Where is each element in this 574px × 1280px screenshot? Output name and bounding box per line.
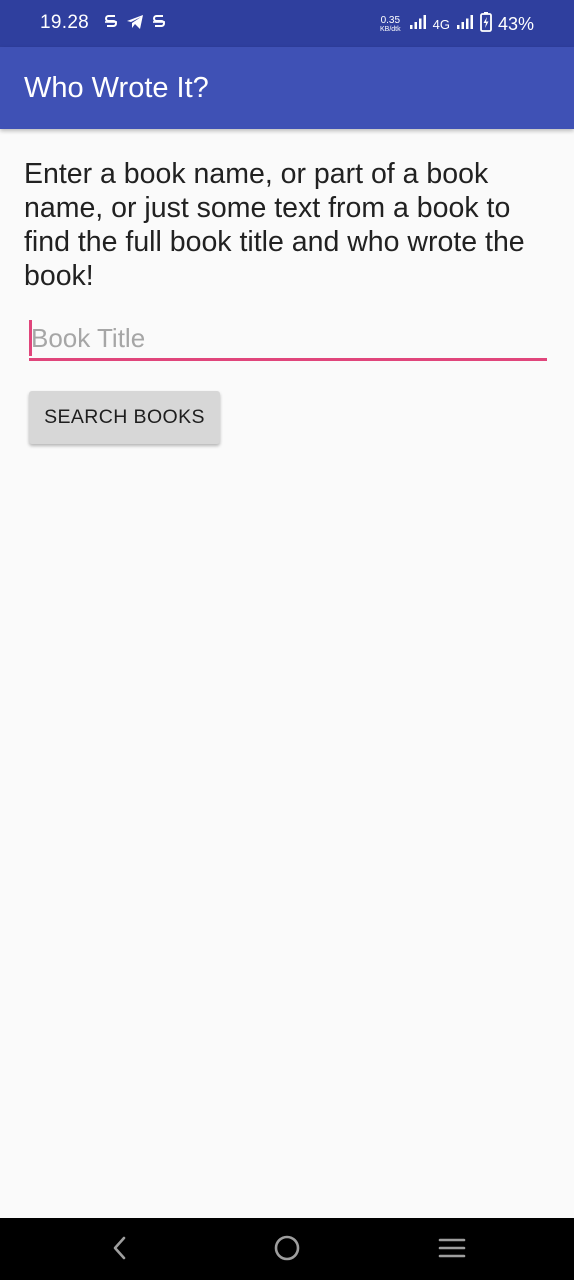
status-indicators: 0.35 KB/dtk 4G 43% [380,12,534,37]
battery-charging-icon [480,12,492,37]
signal-icon [456,14,474,35]
navigation-bar [0,1218,574,1280]
s-app-icon [104,13,118,36]
back-icon [111,1235,131,1266]
status-time: 19.28 [40,12,90,33]
recents-button[interactable] [434,1232,470,1268]
home-icon [273,1234,301,1267]
network-speed-value: 0.35 [380,14,401,26]
search-books-button[interactable]: SEARCH BOOKS [29,391,220,444]
text-cursor [29,320,32,356]
signal-icon [409,14,427,35]
back-button[interactable] [103,1232,139,1268]
book-title-input[interactable] [29,318,547,361]
telegram-icon [126,14,144,35]
app-title: Who Wrote It? [24,72,209,104]
status-bar: 19.28 0.35 KB/dtk 4G 43% [0,0,574,47]
instructions-text: Enter a book name, or part of a book nam… [24,158,525,292]
notification-icons [104,13,166,36]
home-button[interactable] [269,1232,305,1268]
recents-icon [438,1236,466,1265]
battery-percent: 43% [497,14,534,34]
network-speed: 0.35 KB/dtk [380,14,401,34]
s-app-icon [152,13,166,36]
book-title-field[interactable] [29,318,547,361]
app-bar: Who Wrote It? [0,47,574,129]
network-speed-unit: KB/dtk [380,25,401,33]
network-type: 4G [432,17,450,32]
